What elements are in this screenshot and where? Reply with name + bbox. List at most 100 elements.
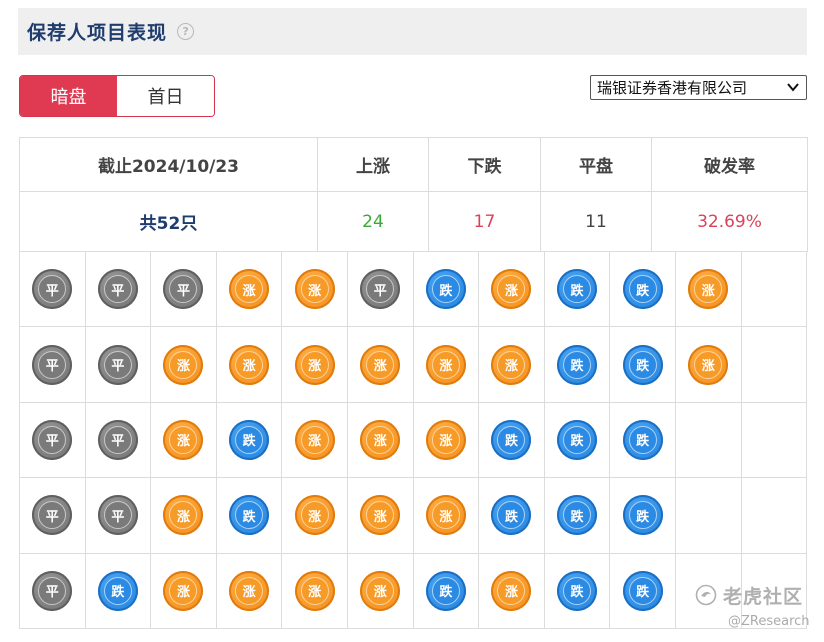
tab-grey-market[interactable]: 暗盘 (20, 76, 117, 116)
up-coin-icon[interactable]: 涨 (229, 344, 270, 385)
up-coin-icon[interactable]: 涨 (491, 570, 532, 611)
down-coin-icon[interactable]: 跌 (622, 269, 663, 310)
grid-cell (740, 250, 808, 328)
grid-cell: 涨 (215, 250, 283, 328)
up-coin-icon[interactable]: 涨 (229, 269, 270, 310)
flat-coin-icon[interactable]: 平 (360, 269, 401, 310)
up-coin-icon[interactable]: 涨 (229, 570, 270, 611)
summary-break-rate: 32.69% (651, 191, 808, 252)
up-coin-icon[interactable]: 涨 (163, 570, 204, 611)
coin-label: 跌 (235, 425, 264, 454)
grid-cell: 涨 (478, 552, 545, 629)
up-coin-icon[interactable]: 涨 (294, 570, 335, 611)
summary-down-count: 17 (428, 191, 541, 252)
up-coin-icon[interactable]: 涨 (294, 419, 335, 460)
grid-cell: 跌 (609, 477, 676, 554)
grid-cell: 涨 (150, 326, 217, 403)
down-coin-icon[interactable]: 跌 (622, 570, 663, 611)
down-coin-icon[interactable]: 跌 (97, 570, 138, 611)
coin-label: 涨 (169, 576, 198, 605)
coin-label: 跌 (563, 425, 592, 454)
flat-coin-icon[interactable]: 平 (97, 419, 138, 460)
grid-cell: 平 (19, 552, 86, 629)
down-coin-icon[interactable]: 跌 (622, 495, 663, 536)
flat-coin-icon[interactable]: 平 (163, 269, 204, 310)
grid-cell: 跌 (543, 477, 611, 554)
coin-label: 涨 (366, 350, 395, 379)
coin-label: 平 (38, 501, 67, 530)
grid-cell: 涨 (412, 401, 480, 479)
down-coin-icon[interactable]: 跌 (557, 344, 598, 385)
up-coin-icon[interactable]: 涨 (491, 269, 532, 310)
broker-select[interactable]: 瑞银证券香港有限公司 (590, 75, 807, 100)
up-coin-icon[interactable]: 涨 (163, 344, 204, 385)
up-coin-icon[interactable]: 涨 (425, 495, 466, 536)
up-coin-icon[interactable]: 涨 (688, 344, 729, 385)
coin-label: 跌 (563, 275, 592, 304)
grid-cell: 跌 (609, 552, 676, 629)
summary-table: 截止2024/10/23 上涨 下跌 平盘 破发率 共52只 24 17 11 … (19, 137, 808, 252)
flat-coin-icon[interactable]: 平 (32, 344, 73, 385)
coin-label: 涨 (169, 425, 198, 454)
down-coin-icon[interactable]: 跌 (491, 419, 532, 460)
tab-first-day[interactable]: 首日 (117, 76, 214, 116)
up-coin-icon[interactable]: 涨 (425, 419, 466, 460)
up-coin-icon[interactable]: 涨 (425, 344, 466, 385)
up-coin-icon[interactable]: 涨 (360, 344, 401, 385)
flat-coin-icon[interactable]: 平 (32, 269, 73, 310)
flat-coin-icon[interactable]: 平 (97, 269, 138, 310)
up-coin-icon[interactable]: 涨 (491, 344, 532, 385)
chevron-down-icon (787, 83, 799, 92)
grid-cell: 涨 (150, 477, 217, 554)
flat-coin-icon[interactable]: 平 (97, 495, 138, 536)
grid-cell: 跌 (84, 552, 152, 629)
flat-coin-icon[interactable]: 平 (97, 344, 138, 385)
broker-select-value: 瑞银证券香港有限公司 (597, 79, 748, 97)
grid-cell: 跌 (478, 401, 545, 479)
coin-label: 平 (38, 425, 67, 454)
down-coin-icon[interactable]: 跌 (622, 419, 663, 460)
coin-label: 跌 (628, 576, 657, 605)
down-coin-icon[interactable]: 跌 (491, 495, 532, 536)
grid-cell: 涨 (281, 401, 348, 479)
summary-up-count: 24 (317, 191, 429, 252)
coin-label: 跌 (431, 275, 460, 304)
up-coin-icon[interactable]: 涨 (360, 495, 401, 536)
flat-coin-icon[interactable]: 平 (32, 495, 73, 536)
summary-total: 共52只 (19, 191, 318, 252)
coin-label: 平 (103, 350, 132, 379)
down-coin-icon[interactable]: 跌 (557, 495, 598, 536)
down-coin-icon[interactable]: 跌 (425, 570, 466, 611)
help-icon[interactable]: ? (177, 23, 195, 40)
flat-coin-icon[interactable]: 平 (32, 419, 73, 460)
up-coin-icon[interactable]: 涨 (360, 419, 401, 460)
coin-label: 跌 (628, 501, 657, 530)
down-coin-icon[interactable]: 跌 (557, 269, 598, 310)
grid-cell: 跌 (543, 552, 611, 629)
down-coin-icon[interactable]: 跌 (622, 344, 663, 385)
grid-cell: 涨 (412, 477, 480, 554)
coin-label: 平 (103, 501, 132, 530)
coin-label: 涨 (366, 576, 395, 605)
up-coin-icon[interactable]: 涨 (294, 344, 335, 385)
up-coin-icon[interactable]: 涨 (294, 269, 335, 310)
up-coin-icon[interactable]: 涨 (294, 495, 335, 536)
down-coin-icon[interactable]: 跌 (557, 419, 598, 460)
ipo-result-grid: 平平平涨涨平跌涨跌跌涨平平涨涨涨涨涨涨跌跌涨平平涨跌涨涨涨跌跌跌平平涨跌涨涨涨跌… (19, 250, 808, 629)
grid-cell: 平 (346, 250, 414, 328)
grid-cell: 跌 (609, 250, 676, 328)
coin-label: 涨 (300, 425, 329, 454)
down-coin-icon[interactable]: 跌 (229, 495, 270, 536)
up-coin-icon[interactable]: 涨 (163, 419, 204, 460)
coin-label: 涨 (235, 275, 264, 304)
down-coin-icon[interactable]: 跌 (557, 570, 598, 611)
down-coin-icon[interactable]: 跌 (229, 419, 270, 460)
grid-cell: 涨 (412, 326, 480, 403)
up-coin-icon[interactable]: 涨 (360, 570, 401, 611)
up-coin-icon[interactable]: 涨 (688, 269, 729, 310)
coin-label: 跌 (563, 501, 592, 530)
flat-coin-icon[interactable]: 平 (32, 570, 73, 611)
watermark-text: 老虎社区 (723, 585, 804, 608)
down-coin-icon[interactable]: 跌 (425, 269, 466, 310)
up-coin-icon[interactable]: 涨 (163, 495, 204, 536)
